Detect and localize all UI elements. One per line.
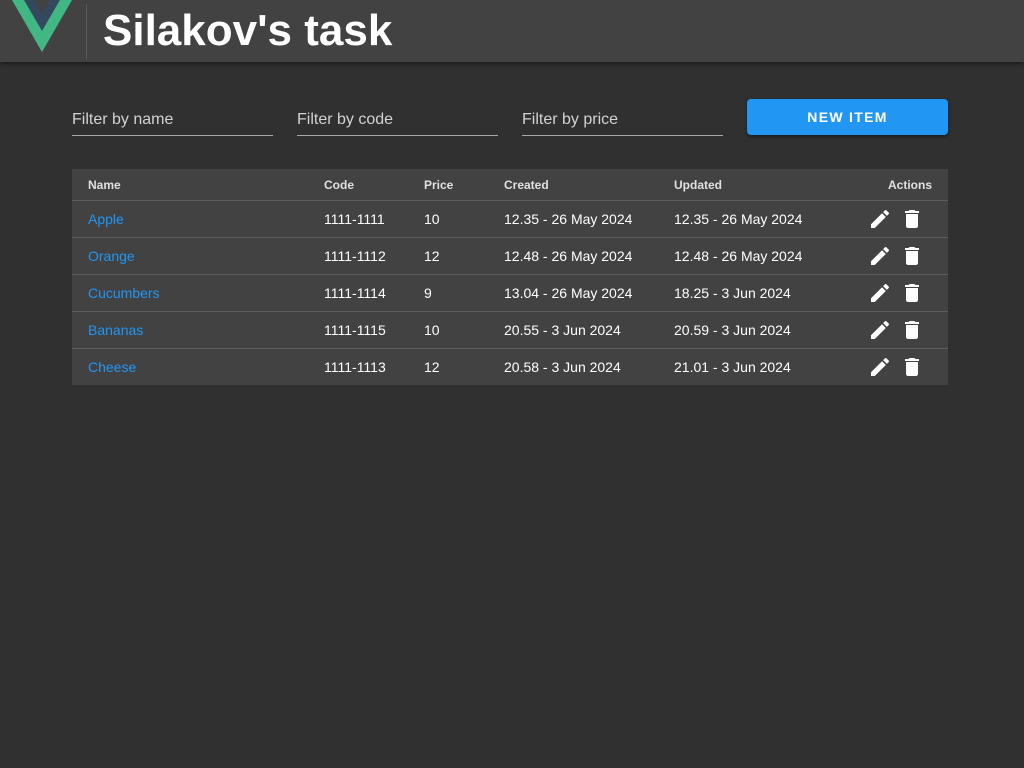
cell-code: 1111-1114	[308, 274, 408, 312]
trash-icon[interactable]	[900, 207, 924, 231]
vue-logo-icon	[12, 0, 72, 52]
cell-created: 12.35 - 26 May 2024	[488, 200, 658, 238]
cell-updated: 18.25 - 3 Jun 2024	[658, 274, 828, 312]
cell-name: Cucumbers	[72, 274, 308, 312]
cell-actions	[828, 237, 948, 275]
filter-code-field	[297, 98, 498, 136]
cell-updated: 21.01 - 3 Jun 2024	[674, 359, 791, 375]
page-title: Silakov's task	[103, 6, 393, 55]
cell-actions	[828, 274, 948, 312]
pencil-icon[interactable]	[868, 244, 892, 268]
cell-price: 12	[424, 359, 440, 375]
column-header-name[interactable]: Name	[72, 169, 308, 201]
item-name-link[interactable]: Bananas	[88, 322, 143, 338]
new-item-button[interactable]: New Item	[747, 99, 948, 135]
filter-name-field	[72, 98, 273, 136]
cell-name: Apple	[72, 200, 308, 238]
cell-price: 10	[408, 200, 488, 238]
filter-name-input[interactable]	[72, 111, 273, 129]
cell-actions	[828, 349, 948, 386]
cell-created: 12.48 - 26 May 2024	[488, 237, 658, 275]
cell-updated: 12.48 - 26 May 2024	[658, 237, 828, 275]
column-header-created[interactable]: Created	[488, 169, 658, 201]
column-header-updated[interactable]: Updated	[658, 169, 828, 201]
cell-code: 1111-1111	[308, 200, 408, 238]
table-body: Apple 1111-1111 10 12.35 - 26 May 2024 12.35…	[72, 200, 948, 386]
item-name-link[interactable]: Orange	[88, 248, 135, 264]
pencil-icon[interactable]	[868, 207, 892, 231]
cell-price: 12	[408, 237, 488, 275]
trash-icon[interactable]	[900, 281, 924, 305]
cell-created: 20.55 - 3 Jun 2024	[488, 311, 658, 349]
item-name-link[interactable]: Cheese	[88, 359, 136, 375]
column-header-actions: Actions	[828, 169, 948, 201]
filter-code-input[interactable]	[297, 111, 498, 129]
pencil-icon[interactable]	[868, 355, 892, 379]
column-header-code[interactable]: Code	[308, 169, 408, 201]
cell-name: Bananas	[72, 311, 308, 349]
cell-code: 1111-1113	[324, 359, 386, 375]
item-name-link[interactable]: Cucumbers	[88, 285, 160, 301]
app-bar: Silakov's task	[0, 0, 1024, 62]
items-table: Name Code Price Created Updated Actions …	[72, 169, 948, 385]
trash-icon[interactable]	[900, 318, 924, 342]
cell-price: 10	[408, 311, 488, 349]
cell-created: 20.58 - 3 Jun 2024	[504, 359, 621, 375]
cell-updated: 20.59 - 3 Jun 2024	[658, 311, 828, 349]
cell-price: 9	[408, 274, 488, 312]
pencil-icon[interactable]	[868, 281, 892, 305]
table-row: Bananas 1111-1115 10 20.55 - 3 Jun 2024 20.5…	[72, 311, 948, 349]
table-row: Apple 1111-1111 10 12.35 - 26 May 2024 12.35…	[72, 200, 948, 238]
filter-price-input[interactable]	[522, 111, 723, 129]
table-row: Cheese 1111-1113 12 20.58 - 3 Jun 2024 21.01…	[72, 349, 948, 386]
cell-name: Cheese	[72, 349, 308, 386]
cell-actions	[828, 311, 948, 349]
cell-name: Orange	[72, 237, 308, 275]
item-name-link[interactable]: Apple	[88, 211, 124, 227]
table-row: Orange 1111-1112 12 12.48 - 26 May 2024 12.4…	[72, 237, 948, 275]
filter-bar: New Item	[72, 98, 948, 138]
trash-icon[interactable]	[900, 244, 924, 268]
cell-created: 13.04 - 26 May 2024	[488, 274, 658, 312]
table-row: Cucumbers 1111-1114 9 13.04 - 26 May 2024 18…	[72, 274, 948, 312]
cell-actions	[828, 200, 948, 238]
column-header-price[interactable]: Price	[408, 169, 488, 201]
filter-price-field	[522, 98, 723, 136]
app-bar-divider	[86, 4, 87, 60]
cell-updated: 12.35 - 26 May 2024	[658, 200, 828, 238]
table-header-row: Name Code Price Created Updated Actions	[72, 169, 948, 201]
pencil-icon[interactable]	[868, 318, 892, 342]
cell-code: 1111-1115	[308, 311, 408, 349]
trash-icon[interactable]	[900, 355, 924, 379]
cell-code: 1111-1112	[308, 237, 408, 275]
